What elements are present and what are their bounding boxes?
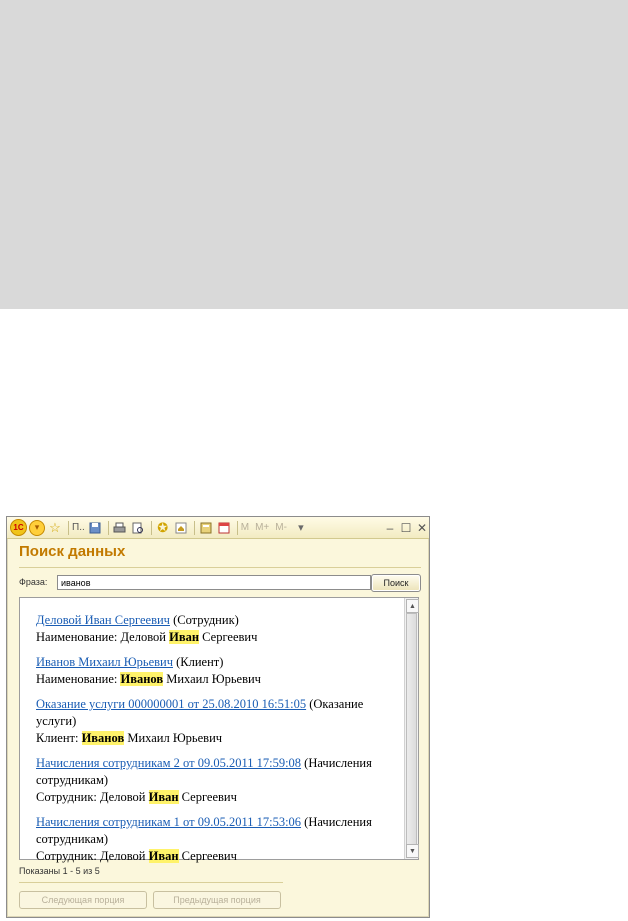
result-detail-post: Сергеевич xyxy=(202,630,258,644)
separator xyxy=(107,520,109,535)
result-link[interactable]: Оказание услуги 000000001 от 25.08.2010 … xyxy=(36,697,306,711)
gray-background-area xyxy=(0,0,628,309)
result-detail-label: Сотрудник: xyxy=(36,849,97,863)
app-logo-icon[interactable]: 1С xyxy=(10,519,27,536)
search-button[interactable]: Поиск xyxy=(371,574,421,592)
match-highlight: Иванов xyxy=(120,672,164,686)
result-link[interactable]: Начисления сотрудникам 2 от 09.05.2011 1… xyxy=(36,756,301,770)
match-highlight: Иван xyxy=(148,790,179,804)
match-highlight: Иван xyxy=(169,630,200,644)
minimize-icon[interactable]: – xyxy=(383,521,397,535)
scroll-up-icon[interactable]: ▲ xyxy=(406,599,419,613)
result-type: (Сотрудник) xyxy=(173,613,239,627)
result-item: Иванов Михаил Юрьевич (Клиент) Наименова… xyxy=(36,654,404,688)
memory-button[interactable]: M xyxy=(241,520,249,536)
add-favorite-icon[interactable]: ✪ xyxy=(155,520,171,536)
scroll-down-icon[interactable]: ▼ xyxy=(406,844,419,858)
toolbar: 1С ▾ ☆ П.. ✪ M M+ M- ▾ – ☐ ✕ xyxy=(7,517,429,539)
memory-plus-button[interactable]: M+ xyxy=(255,520,269,536)
result-detail-label: Наименование: xyxy=(36,672,118,686)
page-title: Поиск данных xyxy=(19,543,126,560)
scroll-thumb[interactable] xyxy=(406,613,417,845)
main-menu-icon[interactable]: ▾ xyxy=(29,519,45,536)
phrase-label: Фраза: xyxy=(19,577,48,587)
separator xyxy=(236,520,238,535)
result-detail-label: Наименование: xyxy=(36,630,118,644)
result-item: Начисления сотрудникам 2 от 09.05.2011 1… xyxy=(36,755,404,806)
result-item: Деловой Иван Сергеевич (Сотрудник) Наиме… xyxy=(36,612,404,646)
preview-icon[interactable] xyxy=(130,520,146,536)
save-icon[interactable] xyxy=(87,520,103,536)
favorite-star-icon[interactable]: ☆ xyxy=(47,520,63,536)
previous-portion-button[interactable]: Предыдущая порция xyxy=(153,891,281,909)
result-link[interactable]: Начисления сотрудникам 1 от 09.05.2011 1… xyxy=(36,815,301,829)
results-count: Показаны 1 - 5 из 5 xyxy=(19,866,100,876)
search-window: 1С ▾ ☆ П.. ✪ M M+ M- ▾ – ☐ ✕ Поиск данны… xyxy=(6,516,430,918)
result-list: Деловой Иван Сергеевич (Сотрудник) Наиме… xyxy=(36,612,404,873)
result-detail-post: Михаил Юрьевич xyxy=(127,731,223,745)
result-detail-post: Михаил Юрьевич xyxy=(166,672,261,686)
result-detail-post: Сергеевич xyxy=(181,849,237,863)
home-icon[interactable] xyxy=(173,520,189,536)
result-item: Начисления сотрудникам 1 от 09.05.2011 1… xyxy=(36,814,404,865)
menu-button[interactable]: П.. xyxy=(72,520,85,536)
result-detail-pre: Деловой xyxy=(120,630,166,644)
match-highlight: Иван xyxy=(148,849,179,863)
maximize-icon[interactable]: ☐ xyxy=(399,521,413,535)
close-icon[interactable]: ✕ xyxy=(415,521,429,535)
calculator-icon[interactable] xyxy=(198,520,214,536)
result-type: (Клиент) xyxy=(176,655,224,669)
next-portion-button[interactable]: Следующая порция xyxy=(19,891,147,909)
result-item: Оказание услуги 000000001 от 25.08.2010 … xyxy=(36,696,404,747)
result-detail-label: Сотрудник: xyxy=(36,790,97,804)
separator xyxy=(150,520,152,535)
separator xyxy=(193,520,195,535)
result-detail-label: Клиент: xyxy=(36,731,79,745)
result-detail-pre: Деловой xyxy=(100,790,146,804)
results-panel: Деловой Иван Сергеевич (Сотрудник) Наиме… xyxy=(19,597,419,863)
memory-minus-button[interactable]: M- xyxy=(275,520,287,536)
divider xyxy=(19,882,283,883)
result-link[interactable]: Деловой Иван Сергеевич xyxy=(36,613,170,627)
calendar-icon[interactable] xyxy=(216,520,232,536)
result-link[interactable]: Иванов Михаил Юрьевич xyxy=(36,655,173,669)
match-highlight: Иванов xyxy=(81,731,125,745)
dropdown-arrow-icon[interactable]: ▾ xyxy=(293,520,309,536)
result-detail-post: Сергеевич xyxy=(181,790,237,804)
search-input[interactable] xyxy=(57,575,371,590)
divider xyxy=(19,567,421,568)
window-controls: – ☐ ✕ xyxy=(381,521,429,535)
separator xyxy=(68,520,69,535)
print-icon[interactable] xyxy=(112,520,128,536)
scrollbar[interactable]: ▲ ▼ xyxy=(404,598,419,859)
result-detail-pre: Деловой xyxy=(100,849,146,863)
